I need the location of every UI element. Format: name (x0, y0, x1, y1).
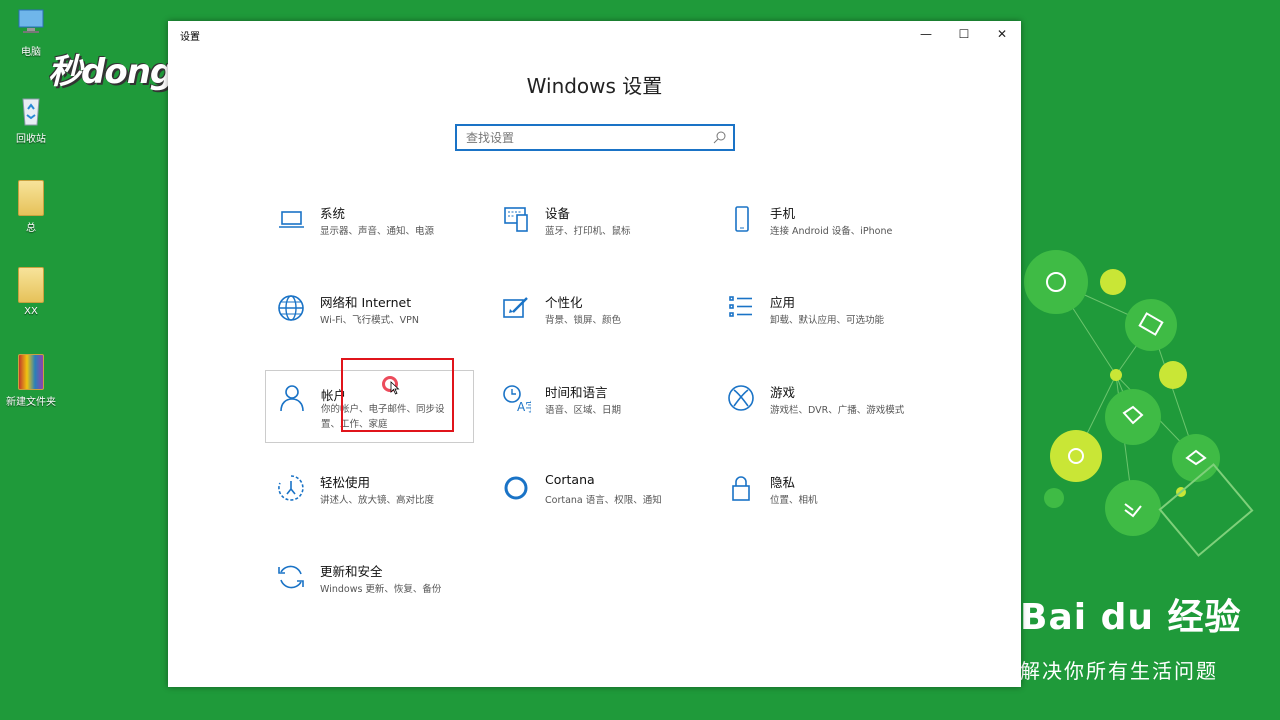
desktop-icon-folder-xx[interactable]: XX (3, 267, 59, 317)
category-title: 系统 (320, 206, 346, 221)
recycle-bin-icon (16, 93, 46, 127)
category-system[interactable]: 系统 显示器、声音、通知、电源 (268, 201, 478, 271)
ease-of-access-icon (278, 475, 304, 501)
desktop-icon-label: XX (24, 306, 38, 317)
category-description: Wi-Fi、飞行模式、VPN (320, 315, 419, 326)
category-description: 游戏栏、DVR、广播、游戏模式 (770, 405, 905, 416)
phone-icon (735, 206, 749, 232)
category-network[interactable]: 网络和 Internet Wi-Fi、飞行模式、VPN (268, 290, 478, 360)
category-title: 手机 (770, 206, 796, 221)
laptop-icon (279, 211, 304, 228)
paint-icon (503, 297, 528, 318)
category-description: 卸载、默认应用、可选功能 (770, 315, 885, 326)
category-title: 应用 (770, 295, 796, 310)
category-time-language[interactable]: A字 时间和语言 语音、区域、日期 (493, 380, 703, 450)
desktop-icon-label: 新建文件夹 (6, 397, 56, 408)
computer-icon (16, 6, 46, 40)
category-ease-of-access[interactable]: 轻松使用 讲述人、放大镜、高对比度 (268, 470, 478, 540)
settings-window: 设置 — ☐ ✕ Windows 设置 系统 显示器、声音、通知、电源 设备 蓝… (168, 21, 1021, 687)
category-gaming[interactable]: 游戏 游戏栏、DVR、广播、游戏模式 (718, 380, 928, 450)
category-title: 轻松使用 (320, 475, 371, 490)
category-title: 隐私 (770, 475, 796, 490)
category-cortana[interactable]: Cortana Cortana 语言、权限、通知 (493, 470, 703, 540)
category-description: 连接 Android 设备、iPhone (770, 226, 893, 237)
keyboard-device-icon (504, 207, 528, 232)
folder-icon (18, 354, 44, 390)
category-description: 背景、锁屏、颜色 (545, 315, 622, 326)
category-title: 游戏 (770, 385, 796, 400)
brand-slogan: 解决你所有生活问题 (1020, 659, 1218, 683)
lock-icon (732, 476, 750, 501)
category-devices[interactable]: 设备 蓝牙、打印机、鼠标 (493, 201, 703, 271)
search-input[interactable] (457, 126, 706, 149)
desktop-icon-folder-zong[interactable]: 总 (3, 180, 59, 234)
close-button[interactable]: ✕ (983, 21, 1021, 47)
person-icon (280, 385, 304, 412)
apps-list-icon (729, 296, 752, 317)
category-personalization[interactable]: 个性化 背景、锁屏、颜色 (493, 290, 703, 360)
decorative-graphic (1024, 250, 1254, 557)
category-description: 显示器、声音、通知、电源 (320, 226, 435, 237)
page-title: Windows 设置 (526, 74, 663, 98)
folder-icon (18, 180, 44, 216)
category-title: 时间和语言 (545, 385, 608, 400)
xbox-icon (728, 385, 754, 411)
desktop-icon-label: 总 (26, 223, 36, 234)
desktop-icon-label: 回收站 (16, 134, 46, 145)
category-description: 讲述人、放大镜、高对比度 (320, 495, 435, 506)
highlight-box (341, 358, 454, 432)
category-description: 蓝牙、打印机、鼠标 (545, 226, 631, 237)
maximize-button[interactable]: ☐ (945, 21, 983, 47)
cortana-icon (504, 476, 528, 500)
brand-logo-text: Bai du 经验 (1020, 597, 1242, 638)
category-title: Cortana (545, 472, 595, 487)
folder-icon (18, 267, 44, 303)
category-description: Cortana 语言、权限、通知 (545, 495, 662, 506)
time-language-icon: A字 (503, 385, 531, 413)
category-phone[interactable]: 手机 连接 Android 设备、iPhone (718, 201, 928, 271)
title-bar: 设置 — ☐ ✕ (168, 21, 1021, 47)
svg-text:A字: A字 (517, 399, 531, 413)
category-update-security[interactable]: 更新和安全 Windows 更新、恢复、备份 (268, 559, 478, 629)
minimize-button[interactable]: — (907, 21, 945, 47)
category-description: 位置、相机 (770, 495, 818, 506)
category-description: 语音、区域、日期 (545, 405, 622, 416)
mouse-cursor-icon (390, 381, 400, 395)
category-description: Windows 更新、恢复、备份 (320, 584, 442, 595)
category-title: 网络和 Internet (320, 295, 412, 310)
category-title: 更新和安全 (320, 564, 383, 579)
category-privacy[interactable]: 隐私 位置、相机 (718, 470, 928, 540)
category-title: 个性化 (545, 295, 583, 310)
update-icon (278, 565, 304, 589)
desktop-icon-recycle-bin[interactable]: 回收站 (3, 93, 59, 145)
search-box[interactable] (455, 124, 735, 151)
search-icon[interactable] (713, 130, 727, 144)
globe-icon (278, 295, 304, 321)
window-title: 设置 (180, 32, 200, 43)
category-title: 设备 (545, 206, 571, 221)
desktop-icon-new-folder[interactable]: 新建文件夹 (3, 354, 59, 408)
category-apps[interactable]: 应用 卸载、默认应用、可选功能 (718, 290, 928, 360)
